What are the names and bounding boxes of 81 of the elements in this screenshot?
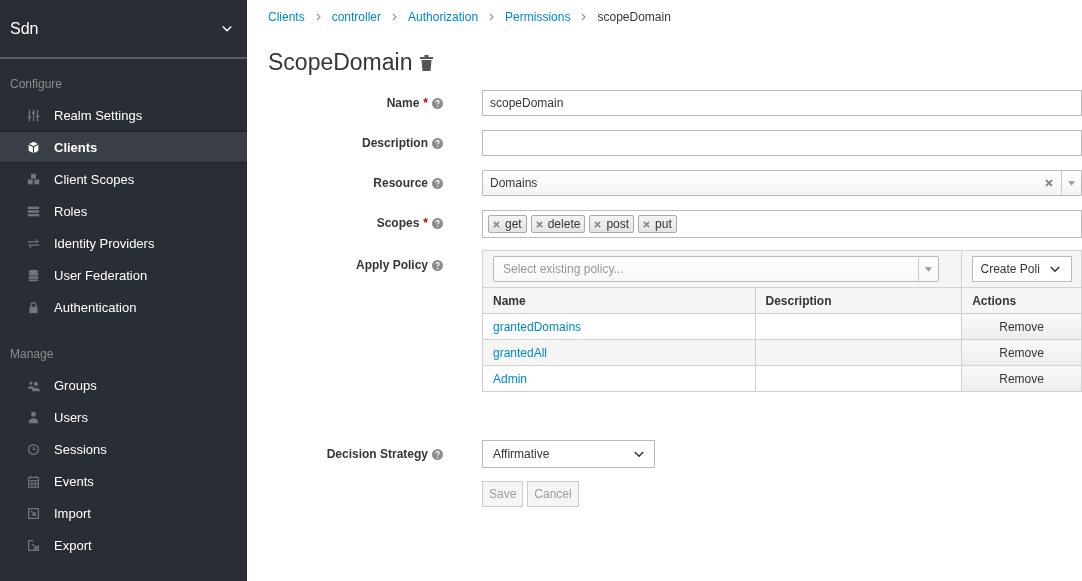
help-icon[interactable]: [432, 137, 443, 149]
required-mark: *: [423, 96, 428, 110]
sliders-icon: [27, 108, 40, 122]
remove-button[interactable]: Remove: [961, 339, 1081, 366]
cubes-icon: [27, 172, 40, 186]
section-heading: Configure: [9, 76, 64, 93]
chevron-right-icon: [489, 13, 495, 21]
scope-tag[interactable]: delete: [530, 215, 586, 233]
sidebar-item[interactable]: Sessions: [0, 433, 247, 465]
sidebar-item[interactable]: Import: [0, 497, 247, 529]
column-header: Actions: [961, 287, 1081, 314]
remove-icon[interactable]: [535, 220, 543, 228]
breadcrumb-link[interactable]: Permissions: [505, 10, 571, 24]
calendar-icon: [27, 474, 40, 488]
chevron-right-icon: [581, 13, 587, 21]
sidebar-item[interactable]: Export: [0, 529, 247, 561]
sidebar-item[interactable]: Authentication: [0, 291, 247, 323]
cube-icon: [27, 140, 40, 154]
field-label: Name: [386, 96, 420, 110]
sidebar-item[interactable]: Roles: [0, 195, 247, 227]
remove-icon[interactable]: [643, 220, 651, 228]
remove-button[interactable]: Remove: [961, 365, 1081, 391]
caret-icon: [925, 266, 932, 272]
sidebar-item[interactable]: Client Scopes: [0, 163, 247, 195]
database-icon: [27, 268, 40, 282]
sidebar-item[interactable]: User Federation: [0, 259, 247, 291]
field-label: Decision Strategy: [326, 447, 428, 461]
decision-strategy-select[interactable]: Affirmative: [482, 440, 655, 468]
field-label: Resource: [373, 176, 428, 190]
column-header: Description: [755, 287, 962, 314]
sidebar-item[interactable]: Identity Providers: [0, 227, 247, 259]
user-icon: [27, 410, 40, 424]
sidebar-item[interactable]: Realm Settings: [0, 99, 247, 131]
name-input[interactable]: scopeDomain: [482, 90, 1082, 116]
remove-icon[interactable]: [594, 220, 602, 228]
clear-icon[interactable]: [1045, 179, 1053, 187]
scope-tag[interactable]: put: [638, 215, 677, 233]
chevron-right-icon: [315, 13, 321, 21]
sidebar-item[interactable]: Users: [0, 401, 247, 433]
scope-tag[interactable]: post: [589, 215, 635, 233]
column-header: Name: [483, 287, 755, 314]
policy-link[interactable]: grantedDomains: [493, 319, 582, 334]
chevron-down-icon: [1049, 265, 1060, 273]
breadcrumb-link[interactable]: Authorization: [408, 10, 479, 24]
page-title: ScopeDomain: [268, 49, 413, 76]
help-icon[interactable]: [432, 259, 443, 271]
server-icon: [27, 204, 40, 218]
breadcrumb-link[interactable]: Clients: [268, 10, 305, 24]
chevron-right-icon: [392, 13, 398, 21]
sidebar-item[interactable]: Clients: [0, 131, 247, 163]
section-heading: Manage: [9, 346, 55, 363]
clock-icon: [27, 442, 40, 456]
help-icon[interactable]: [432, 448, 443, 460]
exchange-icon: [27, 236, 40, 250]
sidebar-item[interactable]: Groups: [0, 369, 247, 401]
chevron-down-icon: [222, 24, 232, 33]
scope-tag[interactable]: get: [488, 215, 527, 233]
sidebar-item[interactable]: Events: [0, 465, 247, 497]
lock-icon: [27, 300, 40, 314]
required-mark: *: [423, 216, 428, 230]
remove-button[interactable]: Remove: [961, 313, 1081, 340]
help-icon[interactable]: [432, 177, 443, 189]
field-label: Description: [362, 136, 428, 150]
policy-link[interactable]: Admin: [493, 371, 527, 386]
import-icon: [27, 506, 40, 520]
field-label: Scopes: [376, 216, 420, 230]
resource-select[interactable]: Domains: [482, 170, 1082, 196]
field-label: Apply Policy: [355, 258, 428, 272]
create-policy-dropdown[interactable]: Create Poli: [971, 256, 1072, 282]
trash-icon[interactable]: [420, 54, 434, 71]
export-icon: [27, 538, 40, 552]
scopes-input[interactable]: get delete post put: [482, 210, 1082, 238]
policy-link[interactable]: grantedAll: [493, 345, 548, 360]
breadcrumb-link[interactable]: controller: [331, 10, 382, 24]
help-icon[interactable]: [432, 97, 443, 109]
description-input[interactable]: [482, 130, 1082, 156]
caret-icon: [1068, 180, 1075, 186]
help-icon[interactable]: [432, 217, 443, 229]
chevron-down-icon: [634, 450, 644, 458]
remove-icon[interactable]: [493, 220, 500, 228]
breadcrumb-current: scopeDomain: [597, 10, 671, 24]
